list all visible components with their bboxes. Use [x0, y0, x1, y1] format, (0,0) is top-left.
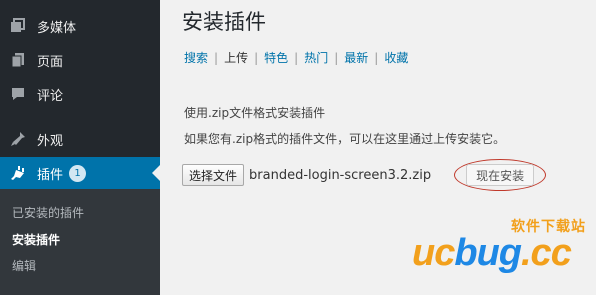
sidebar-item-label: 多媒体 — [37, 20, 77, 36]
comment-icon — [8, 84, 28, 104]
filter-separator: | — [294, 50, 299, 65]
submenu-item-editor[interactable]: 编辑 — [12, 257, 36, 274]
upload-description: 如果您有.zip格式的插件文件，可以在这里通过上传安装它。 — [184, 132, 506, 146]
admin-sidebar: 多媒体 页面 评论 外观 插件 1 已安装的插件 安装插件 编辑 — [0, 0, 160, 295]
sidebar-item-label: 页面 — [37, 54, 64, 70]
sidebar-item-appearance[interactable]: 外观 — [0, 123, 160, 155]
plugins-submenu: 已安装的插件 安装插件 编辑 — [0, 189, 160, 295]
watermark-part-cc: .cc — [521, 232, 572, 274]
watermark-part-bug: bug — [454, 232, 522, 274]
sidebar-item-pages[interactable]: 页面 — [0, 44, 160, 76]
update-count-badge: 1 — [69, 164, 87, 182]
selected-file-name: branded-login-screen3.2.zip — [249, 167, 432, 183]
filter-search-link[interactable]: 搜索 — [184, 49, 208, 66]
install-button-highlight: 现在安装 — [454, 159, 547, 191]
filter-popular-link[interactable]: 热门 — [304, 49, 328, 66]
filter-newest-link[interactable]: 最新 — [344, 49, 368, 66]
filter-favorites-link[interactable]: 收藏 — [384, 49, 408, 66]
upload-form: 选择文件 branded-login-screen3.2.zip 现在安装 — [182, 159, 547, 191]
sidebar-item-label: 外观 — [37, 133, 64, 149]
sidebar-item-label: 评论 — [37, 88, 64, 104]
page-title: 安装插件 — [182, 10, 266, 34]
choose-file-button[interactable]: 选择文件 — [182, 164, 245, 186]
media-icon — [8, 16, 28, 36]
filter-featured-link[interactable]: 特色 — [264, 49, 288, 66]
submenu-item-add-plugins[interactable]: 安装插件 — [12, 231, 60, 248]
submenu-item-installed-plugins[interactable]: 已安装的插件 — [12, 204, 84, 221]
filter-separator: | — [374, 50, 379, 65]
sidebar-item-comments[interactable]: 评论 — [0, 78, 160, 110]
appearance-icon — [8, 129, 28, 149]
page-icon — [8, 50, 28, 70]
filter-separator: | — [254, 50, 259, 65]
watermark-logo: 软件下载站 ucbug.cc — [412, 212, 596, 292]
filter-separator: | — [214, 50, 219, 65]
upload-heading: 使用.zip文件格式安装插件 — [184, 106, 326, 120]
watermark-part-uc: uc — [412, 232, 455, 274]
filter-upload-link[interactable]: 上传 — [224, 49, 248, 66]
sidebar-item-plugins[interactable]: 插件 1 — [0, 157, 160, 189]
install-now-button[interactable]: 现在安装 — [466, 164, 535, 186]
plugin-filter-links: 搜索 | 上传 | 特色 | 热门 | 最新 | 收藏 — [184, 49, 408, 66]
watermark-wordmark: ucbug.cc — [412, 232, 572, 275]
plugin-icon — [8, 163, 28, 183]
sidebar-item-media[interactable]: 多媒体 — [0, 10, 160, 42]
sidebar-item-label: 插件 — [37, 167, 64, 183]
filter-separator: | — [334, 50, 339, 65]
